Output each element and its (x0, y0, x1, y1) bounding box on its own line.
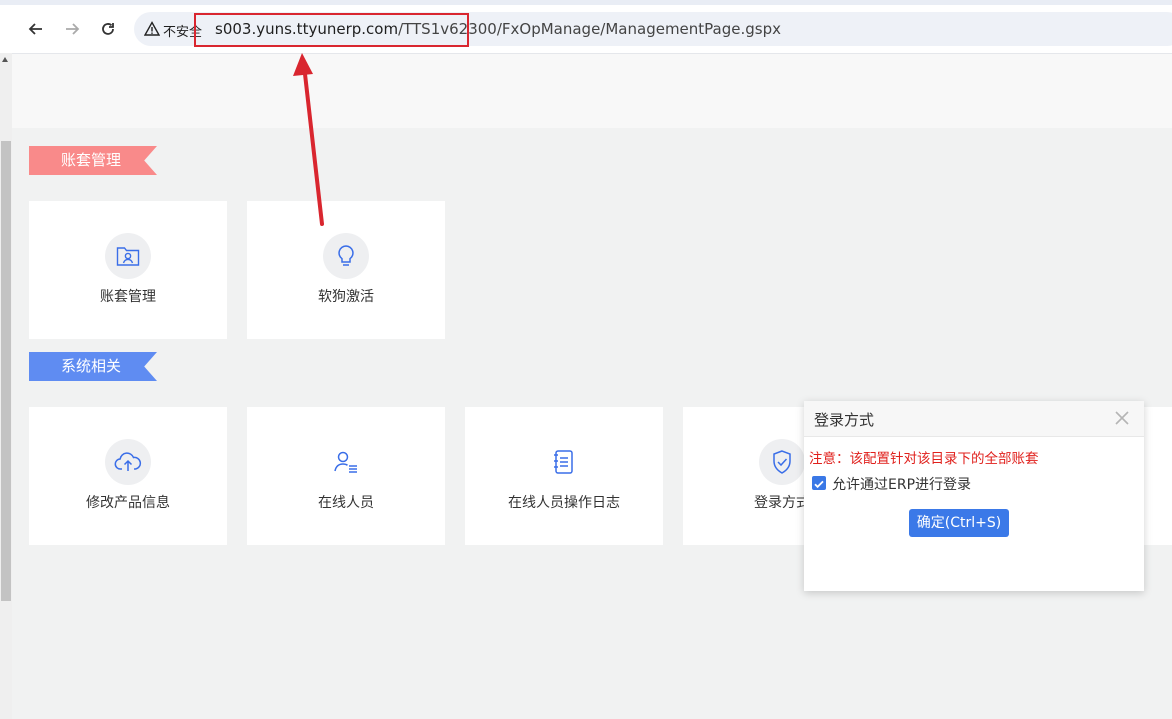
tab-strip (0, 0, 1172, 5)
card-edit-product-info[interactable]: 修改产品信息 (29, 407, 227, 545)
card-label: 软狗激活 (318, 289, 374, 305)
card-label: 修改产品信息 (86, 495, 170, 511)
card-icon-wrap (759, 439, 805, 485)
forward-button[interactable] (59, 16, 85, 42)
page-header (12, 54, 1172, 128)
dialog-header: 登录方式 (804, 401, 1144, 437)
confirm-button[interactable]: 确定(Ctrl+S) (909, 509, 1009, 537)
warning-icon[interactable] (144, 21, 160, 37)
scrollbar[interactable] (0, 53, 12, 719)
back-arrow-icon (28, 23, 42, 35)
lightbulb-icon (338, 245, 354, 266)
card-dongle-activate[interactable]: 软狗激活 (247, 201, 445, 339)
dialog-warning-note: 注意：该配置针对该目录下的全部账套 (809, 451, 1039, 467)
user-list-icon (334, 451, 357, 473)
card-icon-wrap (105, 439, 151, 485)
folder-user-icon (116, 247, 140, 266)
section-title-system: 系统相关 (29, 352, 157, 381)
card-label: 账套管理 (100, 289, 156, 305)
reload-button[interactable] (95, 16, 121, 42)
browser-toolbar: 不安全 s003.yuns.ttyunerp.com/TTS1v62300/Fx… (0, 0, 1172, 54)
back-button[interactable] (23, 16, 49, 42)
forward-arrow-icon (66, 23, 80, 35)
card-label: 在线人员操作日志 (508, 495, 620, 511)
close-icon[interactable] (1114, 410, 1130, 426)
card-label: 在线人员 (318, 495, 374, 511)
card-icon-wrap (105, 233, 151, 279)
shield-check-icon (773, 450, 791, 474)
card-account-manage[interactable]: 账套管理 (29, 201, 227, 339)
allow-erp-login-checkbox[interactable] (812, 476, 826, 490)
card-icon-wrap (541, 439, 587, 485)
section-title-account: 账套管理 (29, 146, 157, 175)
card-icon-wrap (323, 439, 369, 485)
notebook-icon (554, 450, 573, 474)
annotation-highlight-box (194, 13, 469, 47)
scroll-up-icon[interactable] (2, 57, 8, 62)
allow-erp-login-label[interactable]: 允许通过ERP进行登录 (832, 474, 971, 494)
login-method-dialog: 登录方式 注意：该配置针对该目录下的全部账套 允许通过ERP进行登录 确定(Ct… (804, 401, 1144, 591)
cloud-upload-icon (114, 452, 142, 471)
card-label: 登录方式 (754, 495, 810, 511)
checkmark-icon (814, 480, 824, 489)
dialog-title: 登录方式 (814, 411, 875, 429)
card-icon-wrap (323, 233, 369, 279)
card-online-user-logs[interactable]: 在线人员操作日志 (465, 407, 663, 545)
scrollbar-thumb[interactable] (1, 141, 11, 601)
card-online-users[interactable]: 在线人员 (247, 407, 445, 545)
reload-icon (102, 23, 114, 35)
